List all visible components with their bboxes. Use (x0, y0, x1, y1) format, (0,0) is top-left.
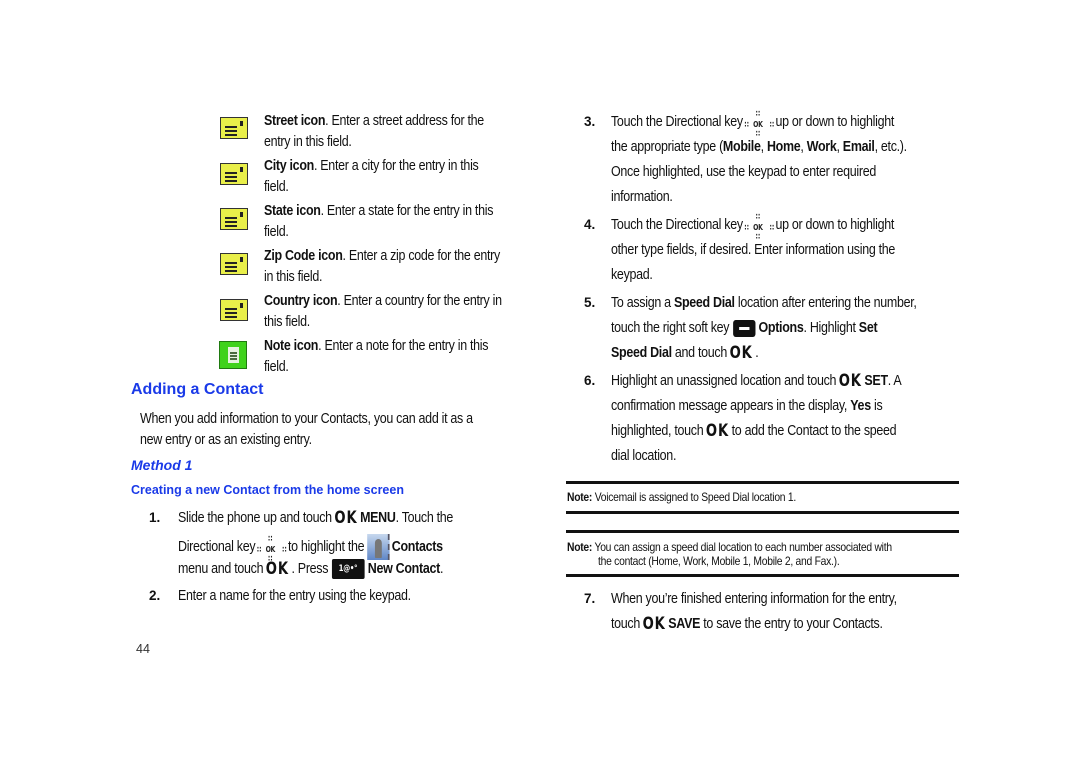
ok-key-icon: OK (705, 421, 730, 441)
ok-key-icon: OK (642, 614, 666, 634)
note-voicemail: Note: Voicemail is assigned to Speed Dia… (567, 490, 796, 504)
step-3-line-1: Touch the Directional key ∷ ∷ OK ∷ ∷ up or dow… (611, 109, 895, 139)
zip-code-icon (220, 253, 248, 275)
ok-key-icon: OK (334, 508, 358, 528)
note-divider (566, 481, 959, 484)
note-divider (566, 574, 959, 577)
new-contact-key-icon: 1@•° (331, 559, 365, 579)
note-divider (566, 511, 959, 514)
field-desc-zip: Zip Code icon. Enter a zip code for the … (264, 248, 500, 264)
ok-key-icon: OK (729, 343, 753, 363)
step-1-line-2: Directional key ∷ ∷ OK ∷ ∷ to highlight the Con… (178, 534, 443, 563)
step-number: 2. (149, 588, 161, 603)
section-title: Adding a Contact (131, 381, 264, 398)
note-icon (219, 341, 247, 369)
step-number: 5. (584, 295, 596, 310)
field-desc-state: State icon. Enter a state for the entry … (264, 203, 494, 219)
directional-key-icon: ∷ ∷ OK ∷ ∷ (744, 109, 775, 139)
city-icon (220, 163, 248, 185)
manual-page: Street icon. Enter a street address for … (0, 0, 1080, 771)
country-icon (220, 299, 248, 321)
step-6-line-3: highlighted, touch OK to add the Contact t… (611, 421, 897, 441)
step-5-line-1: To assign a Speed Dial location after en… (611, 295, 917, 311)
step-6-line-1: Highlight an unassigned location and tou… (611, 371, 902, 391)
step-number: 1. (149, 510, 161, 525)
page-number: 44 (136, 642, 150, 656)
ok-key-icon: OK (265, 558, 289, 579)
step-number: 6. (584, 373, 596, 388)
ok-key-icon: OK (838, 371, 862, 391)
street-icon (220, 117, 248, 139)
step-4-line-1: Touch the Directional key ∷ ∷ OK ∷ ∷ up or dow… (611, 212, 895, 242)
directional-key-icon: ∷ ∷ OK ∷ ∷ (256, 534, 287, 563)
field-desc-street: Street icon. Enter a street address for … (264, 113, 484, 129)
step-3-line-2: the appropriate type (Mobile, Home, Work… (611, 139, 907, 155)
intro-text: When you add information to your Contact… (140, 411, 473, 427)
state-icon (220, 208, 248, 230)
step-6-line-2: confirmation message appears in the disp… (611, 398, 883, 414)
step-number: 7. (584, 591, 596, 606)
directional-key-icon: ∷ ∷ OK ∷ ∷ (744, 212, 775, 242)
method-title: Method 1 (131, 457, 193, 473)
field-desc-note: Note icon. Enter a note for the entry in… (264, 338, 489, 354)
step-5-line-2: touch the right soft key Options. Highlig… (611, 319, 878, 337)
step-5-line-3: Speed Dial and touch OK. (611, 343, 759, 363)
step-1-line-3: menu and touch OK. Press 1@•° New Contact. (178, 558, 444, 579)
note-divider (566, 530, 959, 533)
subheading: Creating a new Contact from the home scr… (131, 483, 404, 497)
contacts-menu-icon (366, 534, 390, 560)
step-number: 3. (584, 114, 596, 129)
field-desc-country: Country icon. Enter a country for the en… (264, 293, 502, 309)
step-2-text: Enter a name for the entry using the key… (178, 588, 411, 604)
right-soft-key-icon (732, 319, 756, 337)
step-7-line-1: When you’re finished entering informatio… (611, 591, 897, 607)
step-1-line-1: Slide the phone up and touch OK MENU. Touc… (178, 508, 454, 528)
note-speed-dial: Note: You can assign a speed dial locati… (567, 540, 892, 554)
step-number: 4. (584, 217, 596, 232)
field-desc-city: City icon. Enter a city for the entry in… (264, 158, 479, 174)
step-7-line-2: touch OK SAVE to save the entry to your Co… (611, 614, 883, 634)
